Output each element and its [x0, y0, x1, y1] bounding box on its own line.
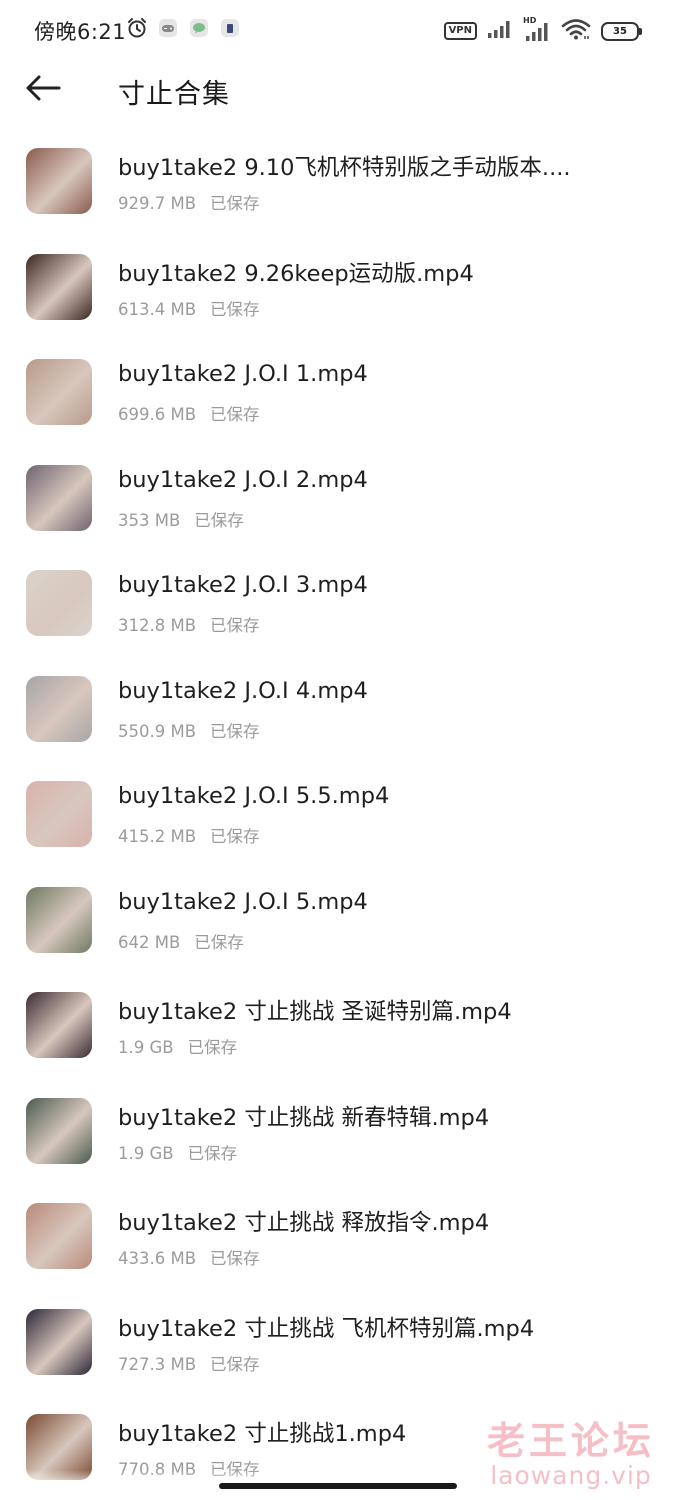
file-list-item[interactable]: buy1take2 J.O.I 5.5.mp4 415.2 MB 已保存 — [0, 762, 675, 868]
video-thumbnail — [26, 464, 92, 531]
file-name: buy1take2 寸止挑战 释放指令.mp4 — [118, 1210, 490, 1236]
file-list-item[interactable]: buy1take2 9.26keep运动版.mp4 613.4 MB 已保存 — [0, 235, 675, 341]
battery-icon: 35 — [601, 21, 642, 41]
saved-status: 已保存 — [210, 299, 260, 319]
file-name: buy1take2 寸止挑战 新春特辑.mp4 — [118, 1104, 490, 1131]
file-name: buy1take2 J.O.I 2.mp4 — [118, 466, 368, 493]
back-arrow-icon — [25, 74, 61, 106]
saved-status: 已保存 — [210, 1249, 260, 1268]
app-icon — [219, 17, 241, 43]
file-size: 353 MB — [118, 510, 181, 530]
file-list-item[interactable]: buy1take2 寸止挑战 圣诞特别篇.mp4 1.9 GB 已保存 — [0, 973, 675, 1079]
saved-status: 已保存 — [194, 510, 244, 530]
file-name: buy1take2 J.O.I 5.5.mp4 — [118, 783, 390, 809]
file-size: 312.8 MB — [118, 616, 197, 635]
saved-status: 已保存 — [210, 721, 260, 741]
status-right-icons: VPN HD 35 — [443, 16, 642, 44]
video-thumbnail — [26, 886, 92, 953]
video-thumbnail — [26, 781, 92, 847]
saved-status: 已保存 — [210, 827, 260, 846]
status-bar: 傍晚6:21 VPN HD 35 — [0, 0, 675, 62]
vpn-icon: VPN — [443, 22, 477, 40]
file-size: 415.2 MB — [118, 827, 197, 846]
home-indicator[interactable] — [219, 1483, 457, 1489]
file-meta: 727.3 MB 已保存 — [118, 1351, 260, 1375]
file-list-item[interactable]: buy1take2 J.O.I 5.mp4 642 MB 已保存 — [0, 868, 675, 974]
video-thumbnail — [26, 1097, 92, 1164]
header: 寸止合集 — [0, 62, 675, 118]
file-list-item[interactable]: buy1take2 寸止挑战 飞机杯特别篇.mp4 727.3 MB 已保存 — [0, 1290, 675, 1396]
game-controller-icon — [157, 17, 179, 43]
file-list-item[interactable]: buy1take2 J.O.I 2.mp4 353 MB 已保存 — [0, 446, 675, 552]
saved-status: 已保存 — [194, 932, 244, 952]
file-meta: 1.9 GB 已保存 — [118, 1034, 237, 1058]
file-meta: 699.6 MB 已保存 — [118, 401, 260, 425]
file-meta: 312.8 MB 已保存 — [118, 612, 260, 636]
video-thumbnail — [26, 675, 92, 742]
file-size: 613.4 MB — [118, 299, 197, 319]
file-meta: 415.2 MB 已保存 — [118, 823, 260, 847]
saved-status: 已保存 — [187, 1038, 238, 1057]
wifi-icon — [561, 18, 591, 44]
file-size: 1.9 GB — [118, 1038, 174, 1057]
saved-status: 已保存 — [187, 1143, 238, 1163]
file-meta: 613.4 MB 已保存 — [118, 296, 260, 320]
video-thumbnail — [26, 570, 92, 636]
file-name: buy1take2 J.O.I 1.mp4 — [118, 361, 368, 387]
chat-bubble-icon — [188, 17, 210, 43]
video-thumbnail — [26, 1308, 92, 1375]
watermark: 老王论坛 laowang.vip — [487, 1410, 655, 1490]
file-size: 1.9 GB — [118, 1143, 174, 1163]
status-left-icons — [126, 18, 241, 42]
file-name: buy1take2 寸止挑战 圣诞特别篇.mp4 — [118, 999, 512, 1025]
signal-icon — [487, 19, 513, 43]
file-meta: 550.9 MB 已保存 — [118, 718, 260, 742]
file-size: 550.9 MB — [118, 721, 197, 741]
hd-signal-icon: HD — [523, 16, 551, 42]
saved-status: 已保存 — [210, 405, 260, 424]
file-size: 699.6 MB — [118, 405, 197, 424]
watermark-en-text: laowang.vip — [490, 1461, 652, 1490]
video-thumbnail — [26, 359, 92, 425]
video-thumbnail — [26, 148, 92, 214]
file-name: buy1take2 9.26keep运动版.mp4 — [118, 260, 474, 287]
file-meta: 1.9 GB 已保存 — [118, 1140, 237, 1164]
file-list-item[interactable]: buy1take2 J.O.I 1.mp4 699.6 MB 已保存 — [0, 340, 675, 446]
file-list-item[interactable]: buy1take2 寸止挑战 新春特辑.mp4 1.9 GB 已保存 — [0, 1079, 675, 1185]
file-size: 929.7 MB — [118, 194, 197, 213]
file-meta: 642 MB 已保存 — [118, 929, 244, 953]
battery-level: 35 — [613, 25, 627, 37]
alarm-icon — [126, 17, 148, 43]
file-list-item[interactable]: buy1take2 J.O.I 3.mp4 312.8 MB 已保存 — [0, 551, 675, 657]
status-time: 傍晚6:21 — [34, 20, 127, 44]
file-name: buy1take2 J.O.I 4.mp4 — [118, 677, 368, 704]
file-list-item[interactable]: buy1take2 J.O.I 4.mp4 550.9 MB 已保存 — [0, 657, 675, 763]
video-thumbnail — [26, 1203, 92, 1269]
file-list: buy1take2 9.10飞机杯特别版之手动版本.... 929.7 MB 已保存… — [0, 129, 675, 1500]
saved-status: 已保存 — [210, 1354, 260, 1374]
file-name: buy1take2 J.O.I 5.mp4 — [118, 888, 368, 915]
page-title: 寸止合集 — [118, 79, 230, 110]
file-name: buy1take2 寸止挑战1.mp4 — [118, 1421, 407, 1447]
file-list-item[interactable]: buy1take2 寸止挑战 释放指令.mp4 433.6 MB 已保存 — [0, 1184, 675, 1290]
saved-status: 已保存 — [210, 194, 260, 213]
file-name: buy1take2 寸止挑战 飞机杯特别篇.mp4 — [118, 1315, 535, 1342]
file-meta: 353 MB 已保存 — [118, 507, 244, 531]
file-meta: 433.6 MB 已保存 — [118, 1245, 260, 1269]
back-button[interactable] — [22, 70, 64, 110]
file-size: 433.6 MB — [118, 1249, 197, 1268]
saved-status: 已保存 — [210, 616, 260, 635]
file-name: buy1take2 J.O.I 3.mp4 — [118, 572, 368, 598]
file-list-item[interactable]: buy1take2 9.10飞机杯特别版之手动版本.... 929.7 MB 已保存 — [0, 129, 675, 235]
file-size: 727.3 MB — [118, 1354, 197, 1374]
file-name: buy1take2 9.10飞机杯特别版之手动版本.... — [118, 155, 571, 181]
file-meta: 929.7 MB 已保存 — [118, 190, 260, 214]
file-size: 642 MB — [118, 932, 181, 952]
watermark-cn-text: 老王论坛 — [486, 1419, 655, 1463]
video-thumbnail — [26, 253, 92, 320]
screen: 傍晚6:21 VPN HD 35 寸止合集 buy1take2 9.10飞机杯特… — [0, 0, 675, 1500]
video-thumbnail — [26, 992, 92, 1058]
